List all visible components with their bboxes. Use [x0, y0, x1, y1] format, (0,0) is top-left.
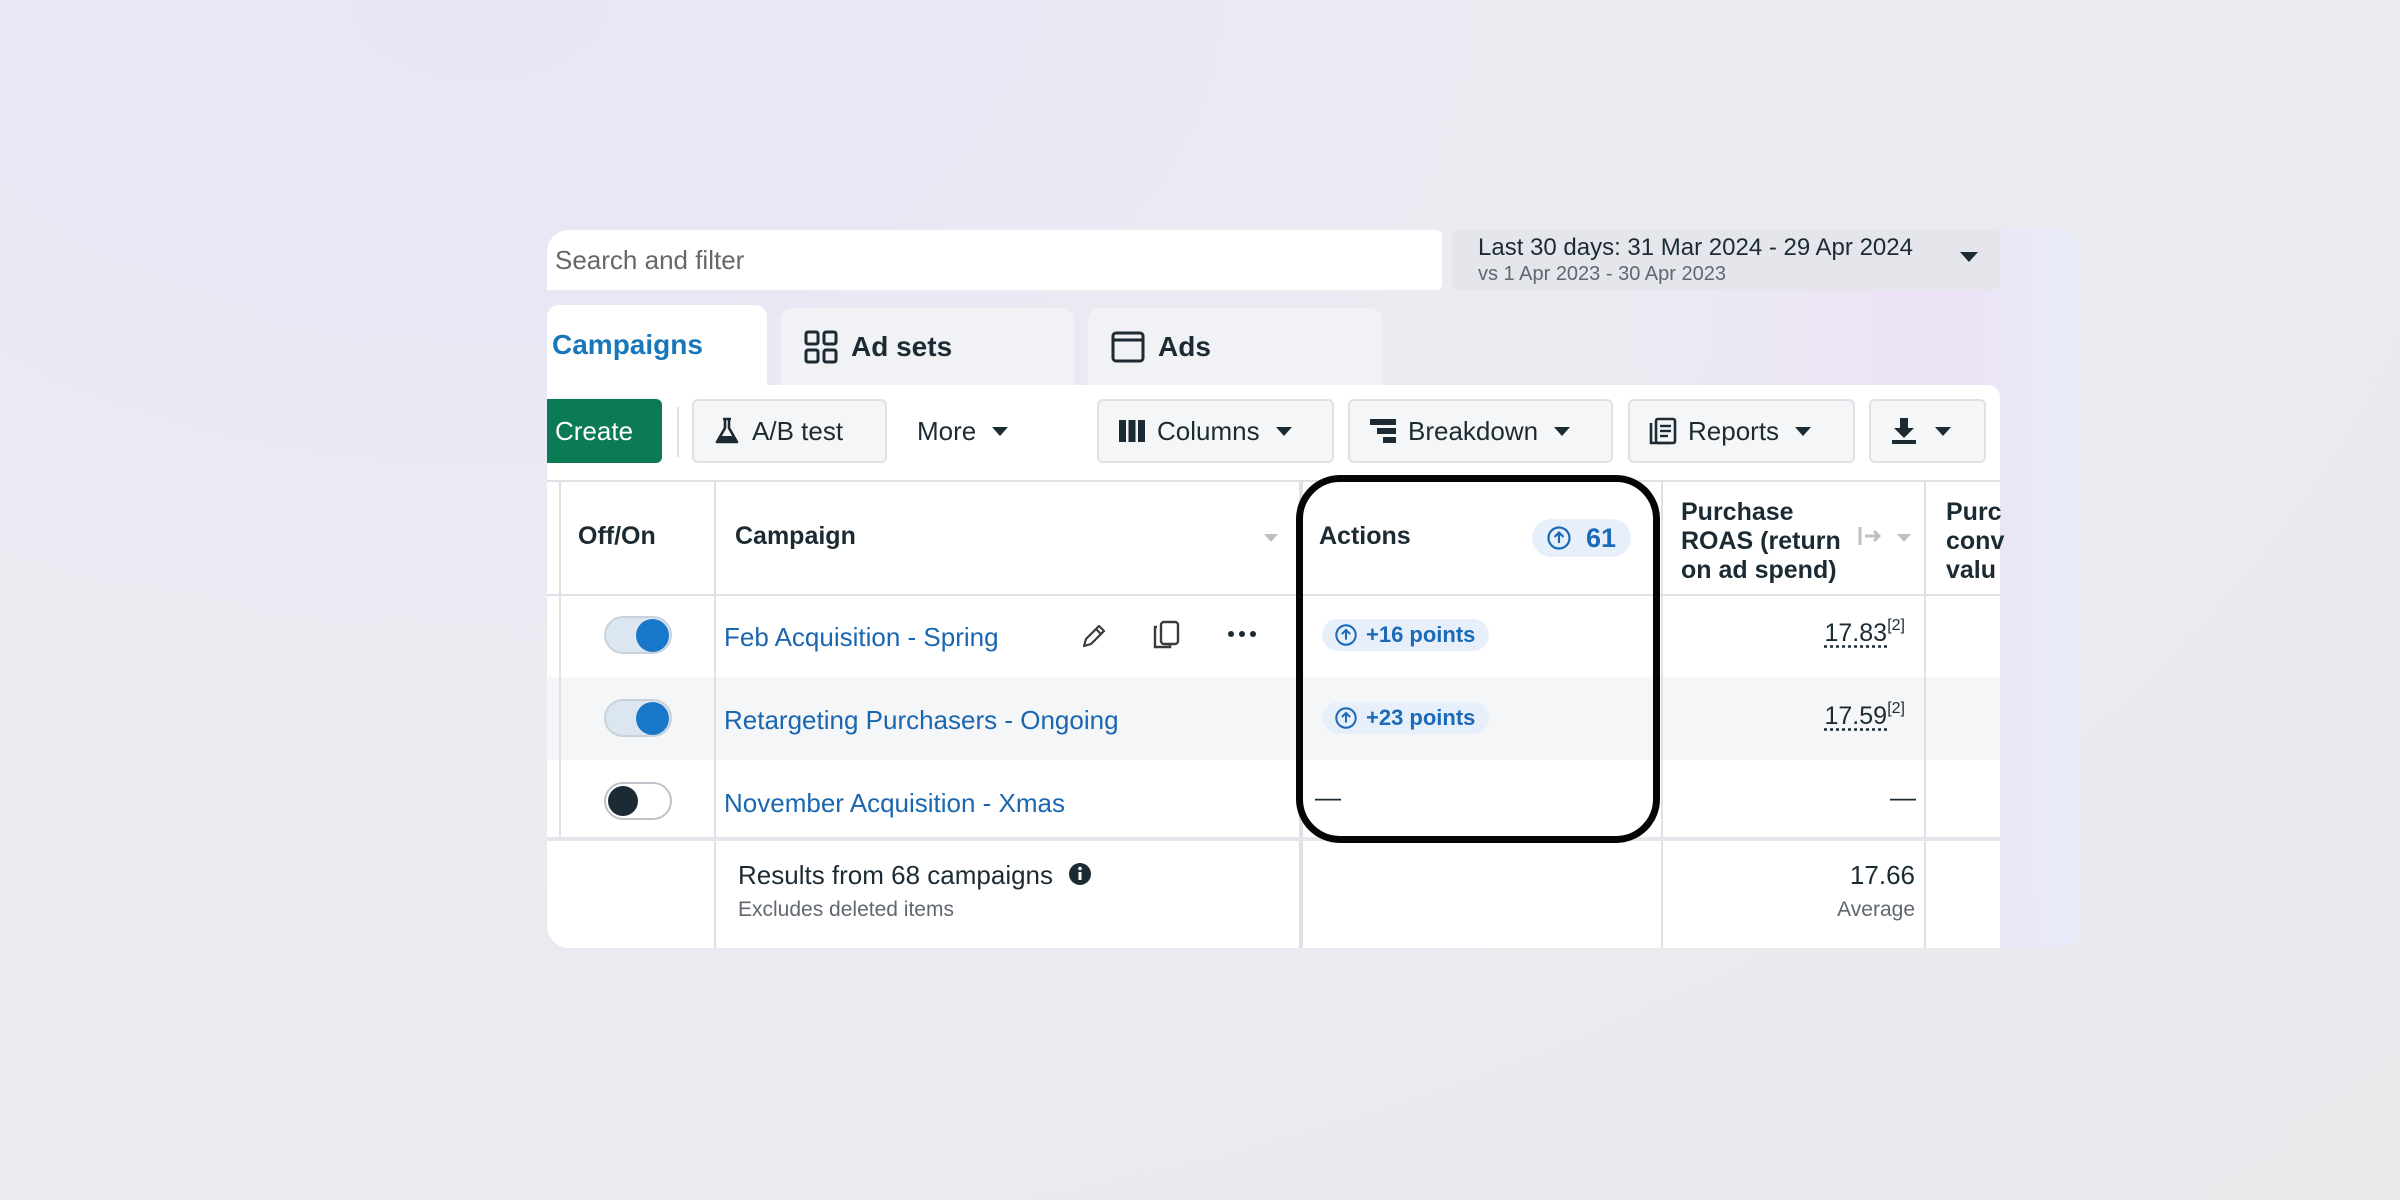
ab-test-label: A/B test — [752, 415, 844, 446]
roas-empty-value: — — [1890, 782, 1916, 812]
edit-icon[interactable] — [1079, 621, 1109, 651]
actions-column-highlight — [1296, 475, 1660, 843]
roas-average-value: 17.66 — [1849, 860, 1915, 890]
toggle-knob — [636, 702, 669, 735]
tab-ads-label: Ads — [1158, 331, 1211, 362]
grid-icon — [804, 330, 838, 364]
caret-down-icon — [1554, 426, 1571, 436]
download-icon — [1892, 418, 1916, 444]
column-resize-icon[interactable] — [1857, 525, 1883, 547]
date-comparison-label: vs 1 Apr 2023 - 30 Apr 2023 — [1478, 263, 1726, 285]
toolbar-divider — [677, 407, 679, 457]
tab-ad-sets[interactable]: Ad sets — [781, 308, 1074, 386]
roas-value[interactable]: 17.83 — [1824, 619, 1887, 648]
reports-label: Reports — [1688, 415, 1780, 446]
more-label: More — [917, 415, 977, 446]
header-next-line3: valu — [1946, 556, 1997, 584]
tab-campaigns[interactable]: Campaigns — [547, 305, 767, 385]
tab-ads[interactable]: Ads — [1088, 308, 1382, 386]
roas-footnote[interactable]: [2] — [1887, 617, 1905, 635]
toggle-knob — [636, 619, 669, 652]
campaign-toggle[interactable] — [604, 616, 672, 654]
row-divider — [547, 837, 2000, 841]
columns-button[interactable]: Columns — [1097, 399, 1334, 463]
caret-down-icon — [1935, 426, 1951, 436]
reports-icon — [1649, 417, 1677, 445]
export-button[interactable] — [1869, 399, 1986, 463]
flask-icon — [715, 417, 739, 444]
column-divider — [714, 482, 716, 948]
column-divider — [1661, 482, 1663, 948]
create-button[interactable]: Create — [547, 399, 662, 463]
toolbar: Create A/B test More Columns Breakdown R… — [547, 385, 2000, 480]
columns-label: Columns — [1157, 415, 1260, 446]
sort-caret-icon[interactable] — [1264, 534, 1278, 542]
results-summary: Results from 68 campaigns — [738, 860, 1054, 890]
search-input[interactable]: Search and filter — [555, 245, 744, 276]
date-range-label: Last 30 days: 31 Mar 2024 - 29 Apr 2024 — [1478, 234, 1913, 261]
breakdown-label: Breakdown — [1408, 415, 1539, 446]
excludes-note: Excludes deleted items — [738, 898, 954, 921]
roas-average-label: Average — [1837, 898, 1915, 921]
campaign-toggle[interactable] — [604, 782, 672, 820]
ab-test-button[interactable]: A/B test — [692, 399, 887, 463]
header-roas-line3: on ad spend) — [1681, 556, 1837, 584]
caret-down-icon — [1275, 426, 1292, 436]
header-next-line1: Purc — [1946, 498, 2002, 526]
row-divider — [547, 594, 2000, 596]
campaign-name-link[interactable]: Feb Acquisition - Spring — [724, 622, 999, 653]
campaign-toggle[interactable] — [604, 699, 672, 737]
column-divider — [559, 482, 561, 840]
tab-campaigns-label: Campaigns — [552, 329, 703, 360]
header-off-on: Off/On — [578, 522, 656, 550]
more-button[interactable]: More — [903, 399, 1073, 463]
reports-button[interactable]: Reports — [1628, 399, 1855, 463]
duplicate-icon[interactable] — [1150, 619, 1182, 651]
roas-footnote[interactable]: [2] — [1887, 700, 1905, 718]
breakdown-button[interactable]: Breakdown — [1348, 399, 1613, 463]
search-filter-bar[interactable]: Search and filter — [547, 230, 1442, 290]
sort-caret-icon[interactable] — [1897, 534, 1911, 542]
campaign-name-link[interactable]: Retargeting Purchasers - Ongoing — [724, 705, 1119, 736]
info-icon[interactable] — [1068, 862, 1092, 886]
window-icon — [1111, 331, 1145, 363]
breakdown-icon — [1370, 419, 1396, 443]
header-roas-line1: Purchase — [1681, 498, 1794, 526]
more-options-icon[interactable] — [1227, 627, 1257, 641]
header-next-line2: conv — [1946, 527, 2005, 555]
chevron-down-icon — [1960, 252, 1978, 262]
columns-icon — [1119, 420, 1145, 442]
tab-ad-sets-label: Ad sets — [851, 331, 953, 362]
column-divider — [1924, 482, 1926, 948]
header-campaign[interactable]: Campaign — [735, 522, 856, 551]
roas-value[interactable]: 17.59 — [1824, 702, 1887, 731]
toggle-knob — [608, 786, 638, 816]
create-button-label: Create — [555, 415, 634, 446]
date-range-picker[interactable]: Last 30 days: 31 Mar 2024 - 29 Apr 2024 … — [1452, 230, 2000, 290]
campaigns-table: Off/On Campaign Actions 61 Purchase ROAS… — [547, 480, 2004, 948]
header-roas-line2: ROAS (return — [1681, 527, 1841, 555]
caret-down-icon — [992, 426, 1009, 436]
campaigns-panel: Create A/B test More Columns Breakdown R… — [547, 385, 2004, 948]
caret-down-icon — [1795, 426, 1812, 436]
campaign-name-link[interactable]: November Acquisition - Xmas — [724, 788, 1065, 819]
